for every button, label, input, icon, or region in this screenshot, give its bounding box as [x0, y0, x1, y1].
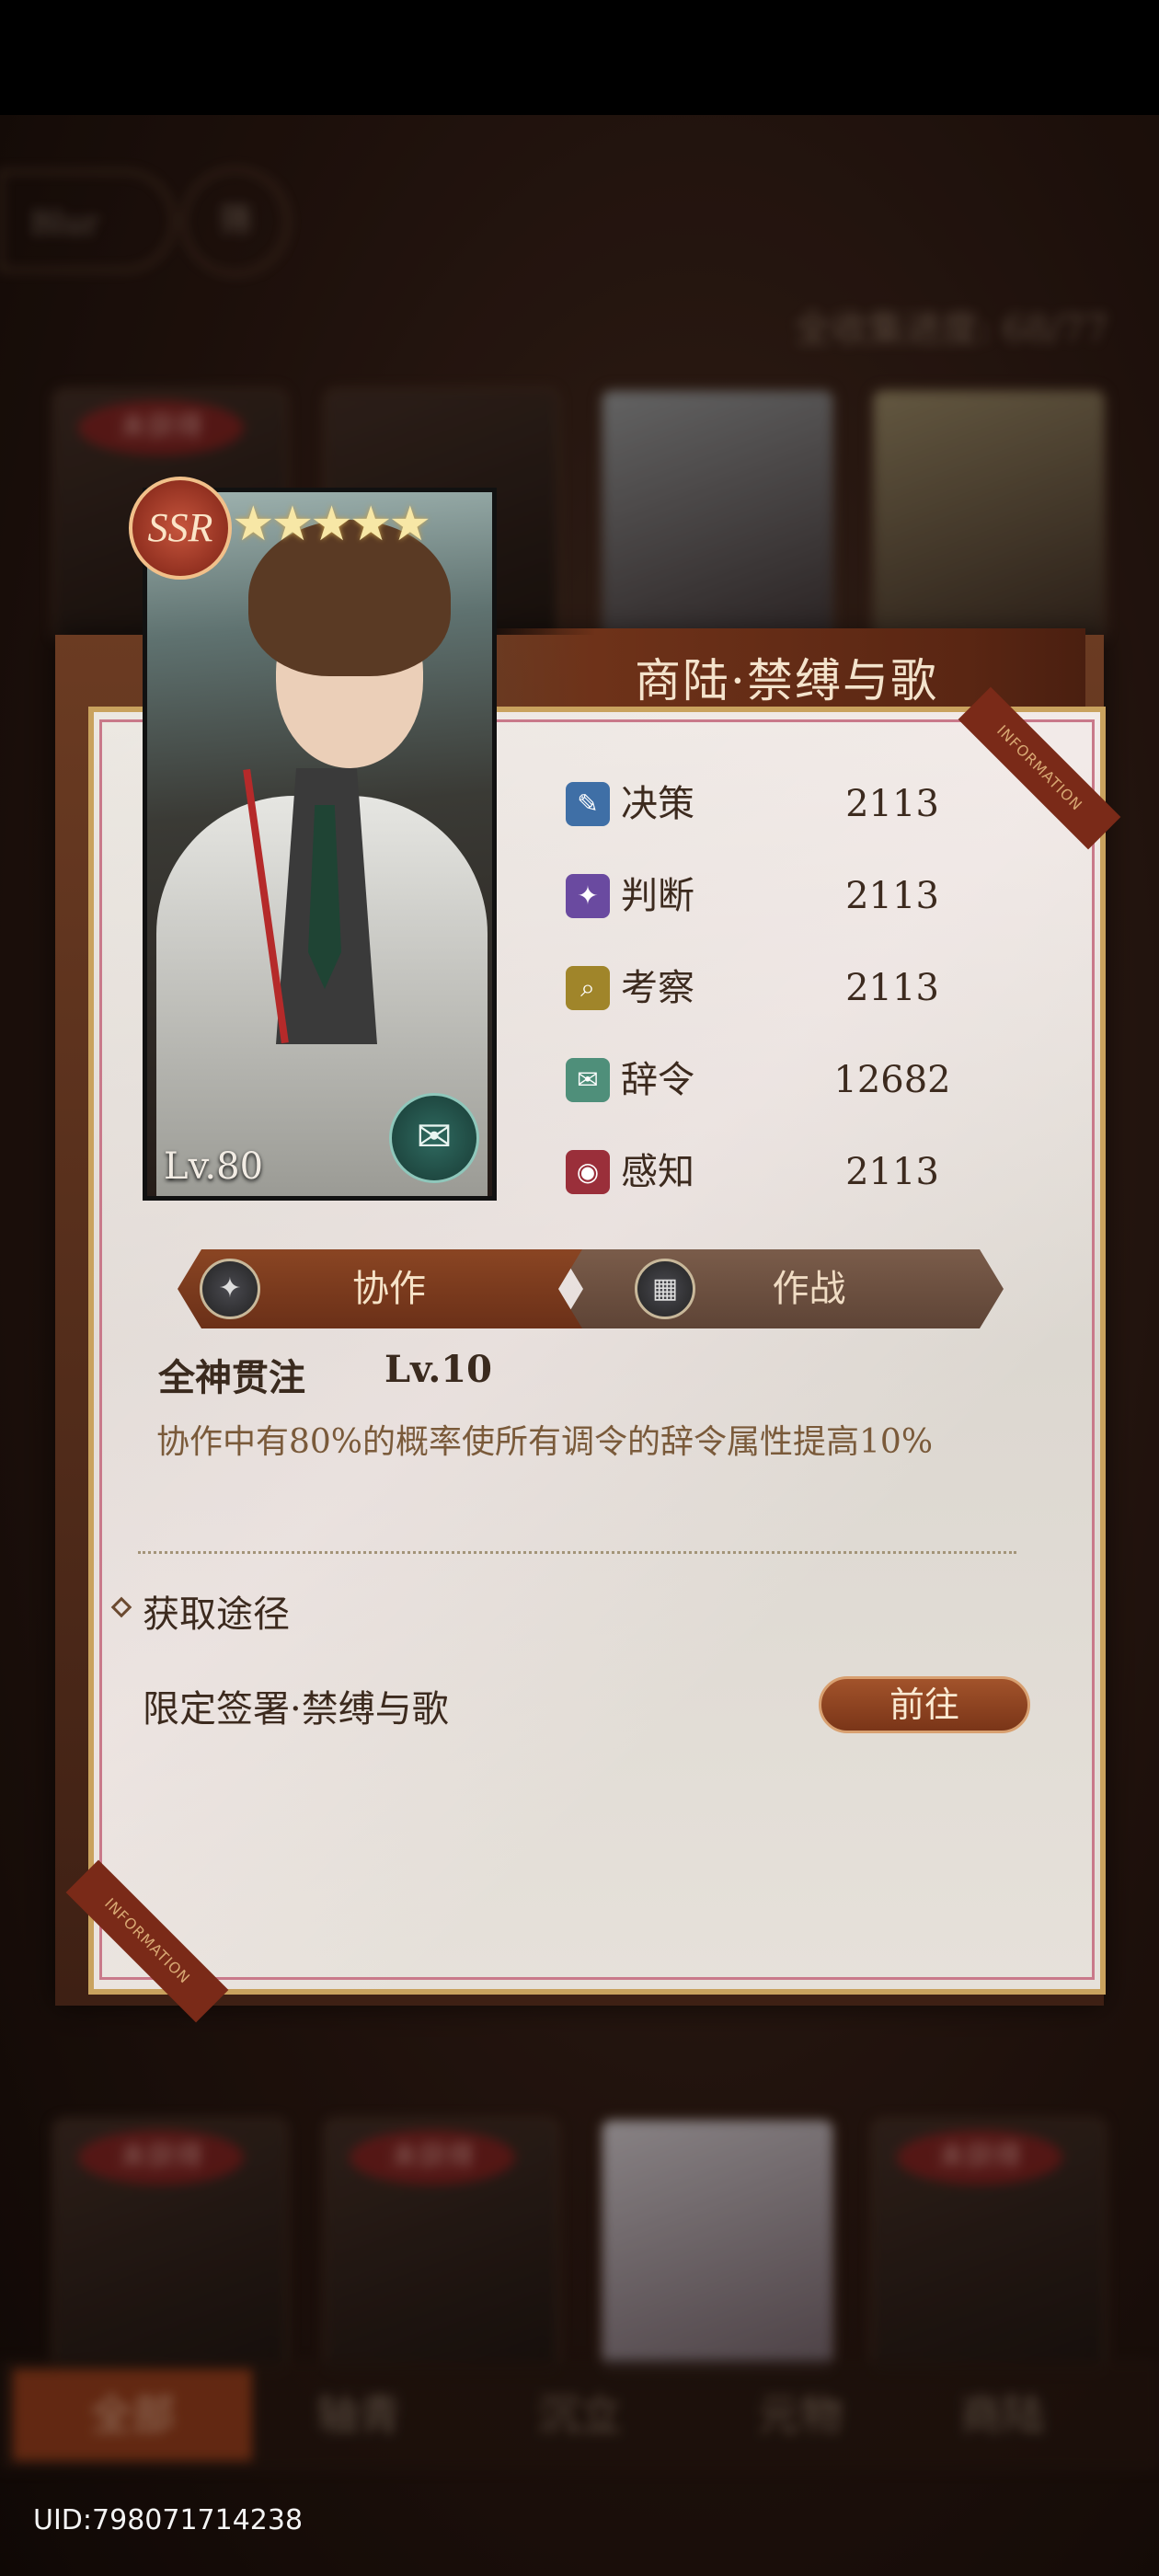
stat-icon: ✦ — [566, 874, 610, 918]
stat-value: 2113 — [845, 967, 939, 1009]
star-rating: ★★★★★ — [232, 497, 431, 552]
collab-skill-icon: ✦ — [200, 1259, 260, 1319]
status-bar — [0, 0, 1159, 115]
stat-value: 2113 — [845, 783, 939, 825]
stat-icon: ✎ — [566, 782, 610, 826]
stat-row: ✎ 决策 2113 — [566, 777, 952, 833]
tab-battle-label: 作战 — [772, 1268, 846, 1310]
stat-value: 2113 — [845, 1151, 939, 1193]
stat-row: ✉ 辞令 12682 — [566, 1053, 952, 1109]
skill-description: 协作中有80%的概率使所有调令的辞令属性提高10% — [156, 1423, 934, 1461]
stat-value: 2113 — [845, 875, 939, 917]
stat-value: 12682 — [833, 1059, 951, 1101]
stat-icon: ◉ — [566, 1150, 610, 1194]
tab-battle[interactable]: 作战 — [559, 1249, 1004, 1328]
stat-row: ◉ 感知 2113 — [566, 1145, 952, 1201]
goto-button[interactable]: 前往 — [819, 1676, 1030, 1733]
source-title: 获取途径 — [143, 1593, 290, 1636]
skill-tabs: 作战 协作 ✦ ▦ — [178, 1249, 1004, 1328]
stat-name: 判断 — [621, 875, 694, 917]
skill-name: 全神贯注 — [158, 1356, 305, 1399]
battle-skill-icon: ▦ — [635, 1259, 695, 1319]
skill-level: Lv.10 — [384, 1348, 492, 1391]
stat-name: 考察 — [621, 967, 694, 1009]
stat-name: 决策 — [621, 783, 694, 825]
uid-label: UID:798071714238 — [33, 2504, 304, 2536]
source-item: 限定签署·禁缚与歌 — [143, 1688, 449, 1731]
mail-icon: ✉ — [389, 1093, 479, 1183]
stat-row: ⌕ 考察 2113 — [566, 961, 952, 1017]
ssr-rarity-badge: SSR — [129, 477, 232, 580]
character-card[interactable]: Lv.80 ✉ — [143, 488, 497, 1201]
stat-icon: ⌕ — [566, 966, 610, 1010]
card-level: Lv.80 — [164, 1145, 264, 1188]
stat-name: 感知 — [621, 1151, 694, 1193]
stat-name: 辞令 — [621, 1059, 694, 1101]
divider — [138, 1551, 1016, 1554]
stat-row: ✦ 判断 2113 — [566, 869, 952, 925]
tab-collab-label: 协作 — [352, 1268, 426, 1310]
stat-icon: ✉ — [566, 1058, 610, 1102]
